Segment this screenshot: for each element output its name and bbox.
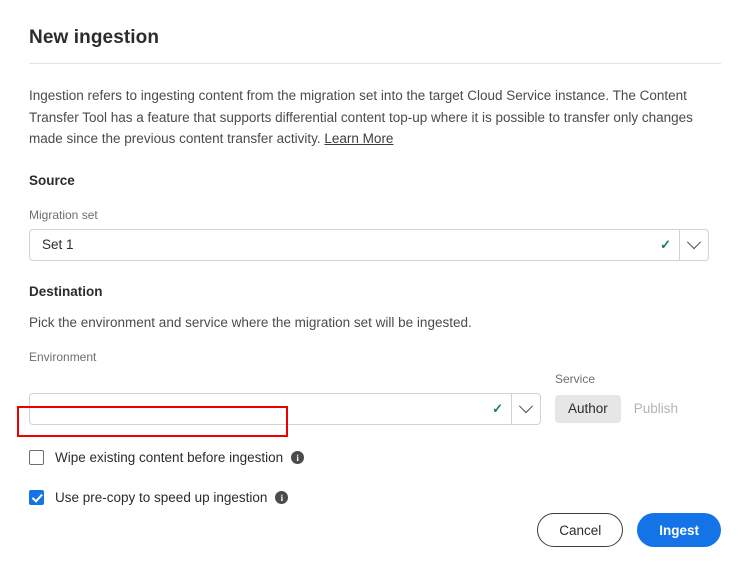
chevron-down-icon: [686, 234, 702, 249]
info-icon[interactable]: i: [291, 451, 305, 464]
service-toggle-group: Author Publish: [555, 393, 691, 425]
migration-set-dropdown-button[interactable]: [679, 228, 709, 261]
ingest-button[interactable]: Ingest: [637, 513, 721, 547]
destination-heading: Destination: [29, 283, 103, 299]
info-icon[interactable]: i: [275, 491, 289, 504]
title-divider: [29, 63, 721, 64]
service-block: Service Author Publish: [555, 371, 691, 425]
learn-more-link[interactable]: Learn More: [324, 131, 393, 146]
use-precopy-label: Use pre-copy to speed up ingestion: [55, 489, 268, 505]
destination-description: Pick the environment and service where t…: [29, 314, 472, 330]
migration-set-label: Migration set: [29, 207, 98, 222]
environment-combobox[interactable]: ✓: [29, 392, 541, 425]
page-title: New ingestion: [29, 27, 160, 48]
service-label: Service: [555, 371, 596, 386]
migration-set-combobox[interactable]: Set 1 ✓: [29, 228, 709, 261]
source-heading: Source: [29, 172, 75, 188]
cancel-button[interactable]: Cancel: [537, 513, 624, 547]
environment-row: ✓ Service Author Publish: [29, 371, 721, 425]
use-precopy-checkbox[interactable]: [29, 490, 44, 505]
check-icon: ✓: [492, 401, 503, 416]
environment-input[interactable]: ✓: [29, 392, 511, 425]
intro-paragraph: Ingestion refers to ingesting content fr…: [29, 85, 707, 150]
service-option-publish[interactable]: Publish: [621, 395, 691, 423]
dialog-footer: Cancel Ingest: [537, 513, 721, 547]
new-ingestion-dialog: New ingestion Ingestion refers to ingest…: [0, 0, 750, 577]
use-precopy-checkbox-row[interactable]: Use pre-copy to speed up ingestion i: [29, 488, 721, 508]
wipe-existing-content-checkbox-row[interactable]: Wipe existing content before ingestion i: [29, 448, 721, 468]
migration-set-input[interactable]: Set 1 ✓: [29, 228, 679, 261]
environment-dropdown-button[interactable]: [511, 392, 541, 425]
chevron-down-icon: [518, 398, 534, 413]
migration-set-row: Set 1 ✓: [29, 228, 721, 261]
wipe-existing-content-label: Wipe existing content before ingestion: [55, 449, 284, 465]
environment-label: Environment: [29, 349, 97, 364]
service-option-author[interactable]: Author: [555, 394, 621, 423]
check-icon: ✓: [660, 237, 671, 252]
wipe-existing-content-checkbox[interactable]: [29, 450, 44, 465]
migration-set-value: Set 1: [42, 237, 74, 252]
